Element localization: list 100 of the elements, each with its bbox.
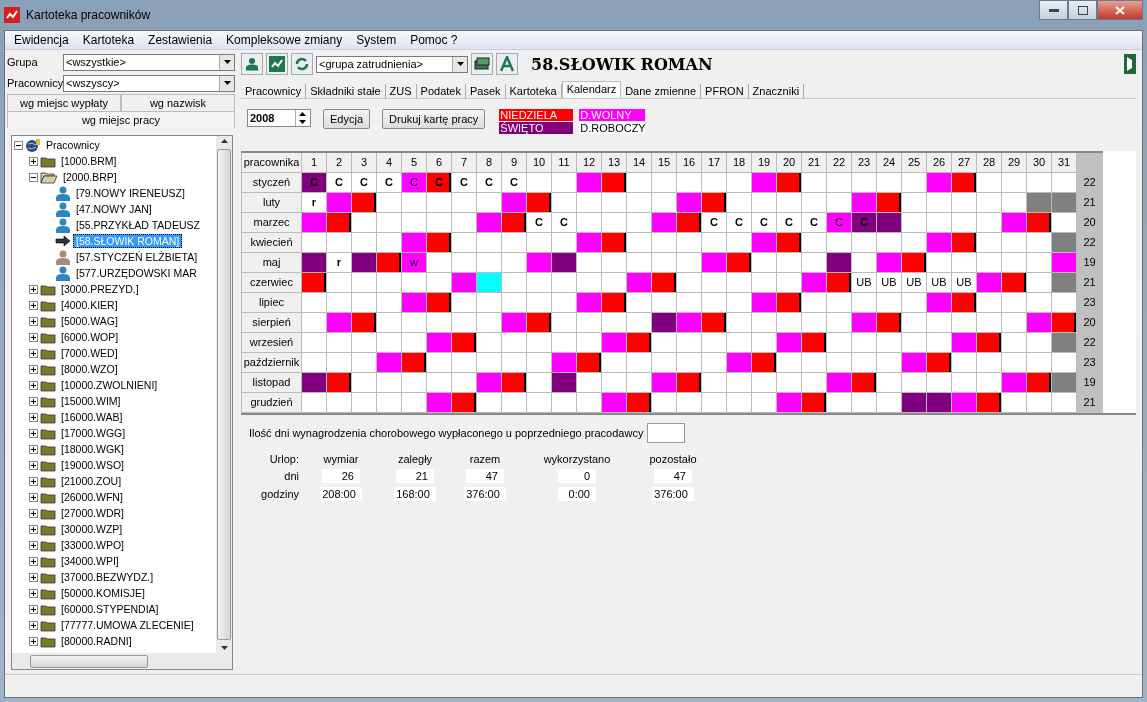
value-field: 168:00 <box>394 487 436 501</box>
column-header: wykorzystano <box>542 453 612 465</box>
column-header: 2 <box>326 152 352 173</box>
row-header: listopad <box>241 372 302 393</box>
column-header: 3 <box>351 152 377 173</box>
menu-item[interactable]: Ewidencja <box>9 33 74 47</box>
tree-item[interactable]: [37000.BEZWYDZ.] <box>58 570 157 584</box>
employee-title: 58.SŁOWIK ROMAN <box>531 54 713 74</box>
tree-item[interactable]: [8000.WZO] <box>58 362 121 376</box>
menu-item[interactable]: Kompleksowe zmiany <box>221 33 348 47</box>
column-header: 25 <box>901 152 927 173</box>
filter-combo[interactable]: <wszyscy> <box>63 74 235 92</box>
column-header: 12 <box>576 152 602 173</box>
side-tab[interactable]: wg miejsc wypłaty <box>7 94 121 111</box>
tree-item[interactable]: [3000.PREZYD.] <box>58 282 142 296</box>
tree-item[interactable]: [21000.ZOU] <box>58 474 125 488</box>
legend-item: D.WOLNY <box>579 109 646 121</box>
menu-item[interactable]: System <box>351 33 402 47</box>
leave-label: Urlop: <box>268 453 299 465</box>
row-header: czerwiec <box>241 272 302 293</box>
tree-item[interactable]: [33000.WPO] <box>58 538 128 552</box>
menu-item[interactable]: Kartoteka <box>77 33 140 47</box>
filter-combo[interactable]: <wszystkie> <box>63 53 235 71</box>
column-header: 28 <box>976 152 1002 173</box>
tree-item[interactable]: [2000.BRP] <box>60 170 120 184</box>
column-header: pracownika <box>241 152 302 173</box>
side-tab[interactable]: wg nazwisk <box>121 94 235 111</box>
tree-item[interactable]: [15000.WIM] <box>58 394 124 408</box>
column-header: 27 <box>951 152 977 173</box>
tab[interactable]: Kalendarz <box>561 81 622 98</box>
value-field: 376:00 <box>652 487 694 501</box>
tree-item[interactable]: Pracownicy <box>43 138 103 152</box>
tree-item[interactable]: [7000.WED] <box>58 346 121 360</box>
tree-item[interactable]: [60000.STYPENDIA] <box>58 602 162 616</box>
tab[interactable]: PFRON <box>701 84 749 98</box>
column-header: 22 <box>826 152 852 173</box>
tab[interactable]: Dane zmienne <box>621 84 702 98</box>
tree-item[interactable]: [77777.UMOWA ZLECENIE] <box>58 618 197 632</box>
tree-item[interactable]: [16000.WAB] <box>58 410 126 424</box>
column-header: 17 <box>701 152 727 173</box>
row-header: godziny <box>260 488 299 500</box>
tree-item[interactable]: [55.PRZYKŁAD TADEUSZ <box>73 218 203 232</box>
tab[interactable]: Kartoteka <box>505 84 562 98</box>
column-header: 24 <box>876 152 902 173</box>
tree-item[interactable]: [79.NOWY IRENEUSZ] <box>73 186 188 200</box>
row-header: lipiec <box>241 292 302 313</box>
tab[interactable]: Podatek <box>416 84 466 98</box>
tab[interactable]: Składniki stałe <box>306 84 386 98</box>
column-header: 31 <box>1051 152 1077 173</box>
action-button[interactable]: Drukuj kartę pracy <box>382 109 486 129</box>
tree-item[interactable]: [30000.WZP] <box>58 522 126 536</box>
column-header: 8 <box>476 152 502 173</box>
tree-item[interactable]: [5000.WAG] <box>58 314 121 328</box>
tree-item[interactable]: [50000.KOMISJE] <box>58 586 149 600</box>
column-header: 18 <box>726 152 752 173</box>
row-header: wrzesień <box>241 332 302 353</box>
tree-item[interactable]: [6000.WOP] <box>58 330 122 344</box>
tab[interactable]: Znaczniki <box>748 84 805 98</box>
tree-item[interactable]: [18000.WGK] <box>58 442 128 456</box>
side-tab[interactable]: wg miejsc pracy <box>7 111 235 128</box>
column-header: 4 <box>376 152 402 173</box>
menu-item[interactable]: Zestawienia <box>143 33 218 47</box>
column-header: 13 <box>601 152 627 173</box>
column-header: 19 <box>751 152 777 173</box>
menu-item[interactable]: Pomoc ? <box>405 33 463 47</box>
tree-item[interactable]: [27000.WDR] <box>58 506 128 520</box>
row-header: marzec <box>241 212 302 233</box>
value-field: 376:00 <box>464 487 506 501</box>
tree-item[interactable]: [26000.WFN] <box>58 490 126 504</box>
year-spinner[interactable]: 2008 <box>247 109 311 127</box>
tree-item[interactable]: [577.URZĘDOWSKI MAR <box>73 266 200 280</box>
group-combo[interactable]: <grupa zatrudnienia> <box>316 55 468 73</box>
tree-item[interactable]: [34000.WPI] <box>58 554 122 568</box>
column-header: 29 <box>1001 152 1027 173</box>
tree-item[interactable]: [17000.WGG] <box>58 426 129 440</box>
row-header: sierpień <box>241 312 302 333</box>
action-button[interactable]: Edycja <box>323 109 371 129</box>
window-title: Kartoteka pracowników <box>26 8 151 22</box>
column-header: 16 <box>676 152 702 173</box>
tree-item[interactable]: [47.NOWY JAN] <box>73 202 155 216</box>
legend-item: D.ROBOCZY <box>579 122 646 134</box>
sick-pay-label: Ilość dni wynagrodzenia chorobowego wypłaconego u poprzedniego pracodawcy <box>249 427 644 439</box>
column-header: 7 <box>451 152 477 173</box>
tree-item[interactable]: [1000.BRM] <box>58 154 120 168</box>
tab[interactable]: ZUS <box>385 84 417 98</box>
column-header: 15 <box>651 152 677 173</box>
tree-item[interactable]: [80000.RADNI] <box>58 634 135 648</box>
tree-item[interactable]: [19000.WSO] <box>58 458 128 472</box>
tree-item[interactable]: [4000.KIER] <box>58 298 121 312</box>
tree-item[interactable]: [10000.ZWOLNIENI] <box>58 378 161 392</box>
value-field: 208:00 <box>320 487 362 501</box>
tab[interactable]: Pracownicy <box>241 84 307 98</box>
tab[interactable]: Pasek <box>465 84 506 98</box>
column-header: 21 <box>801 152 827 173</box>
value-field: 47 <box>466 469 504 483</box>
tree-item[interactable]: [57.STYCZEŃ ELŻBIETA] <box>73 250 201 264</box>
column-header: pozostało <box>648 453 698 465</box>
value-field: 26 <box>322 469 360 483</box>
column-header: 5 <box>401 152 427 173</box>
row-header: grudzień <box>241 392 302 413</box>
